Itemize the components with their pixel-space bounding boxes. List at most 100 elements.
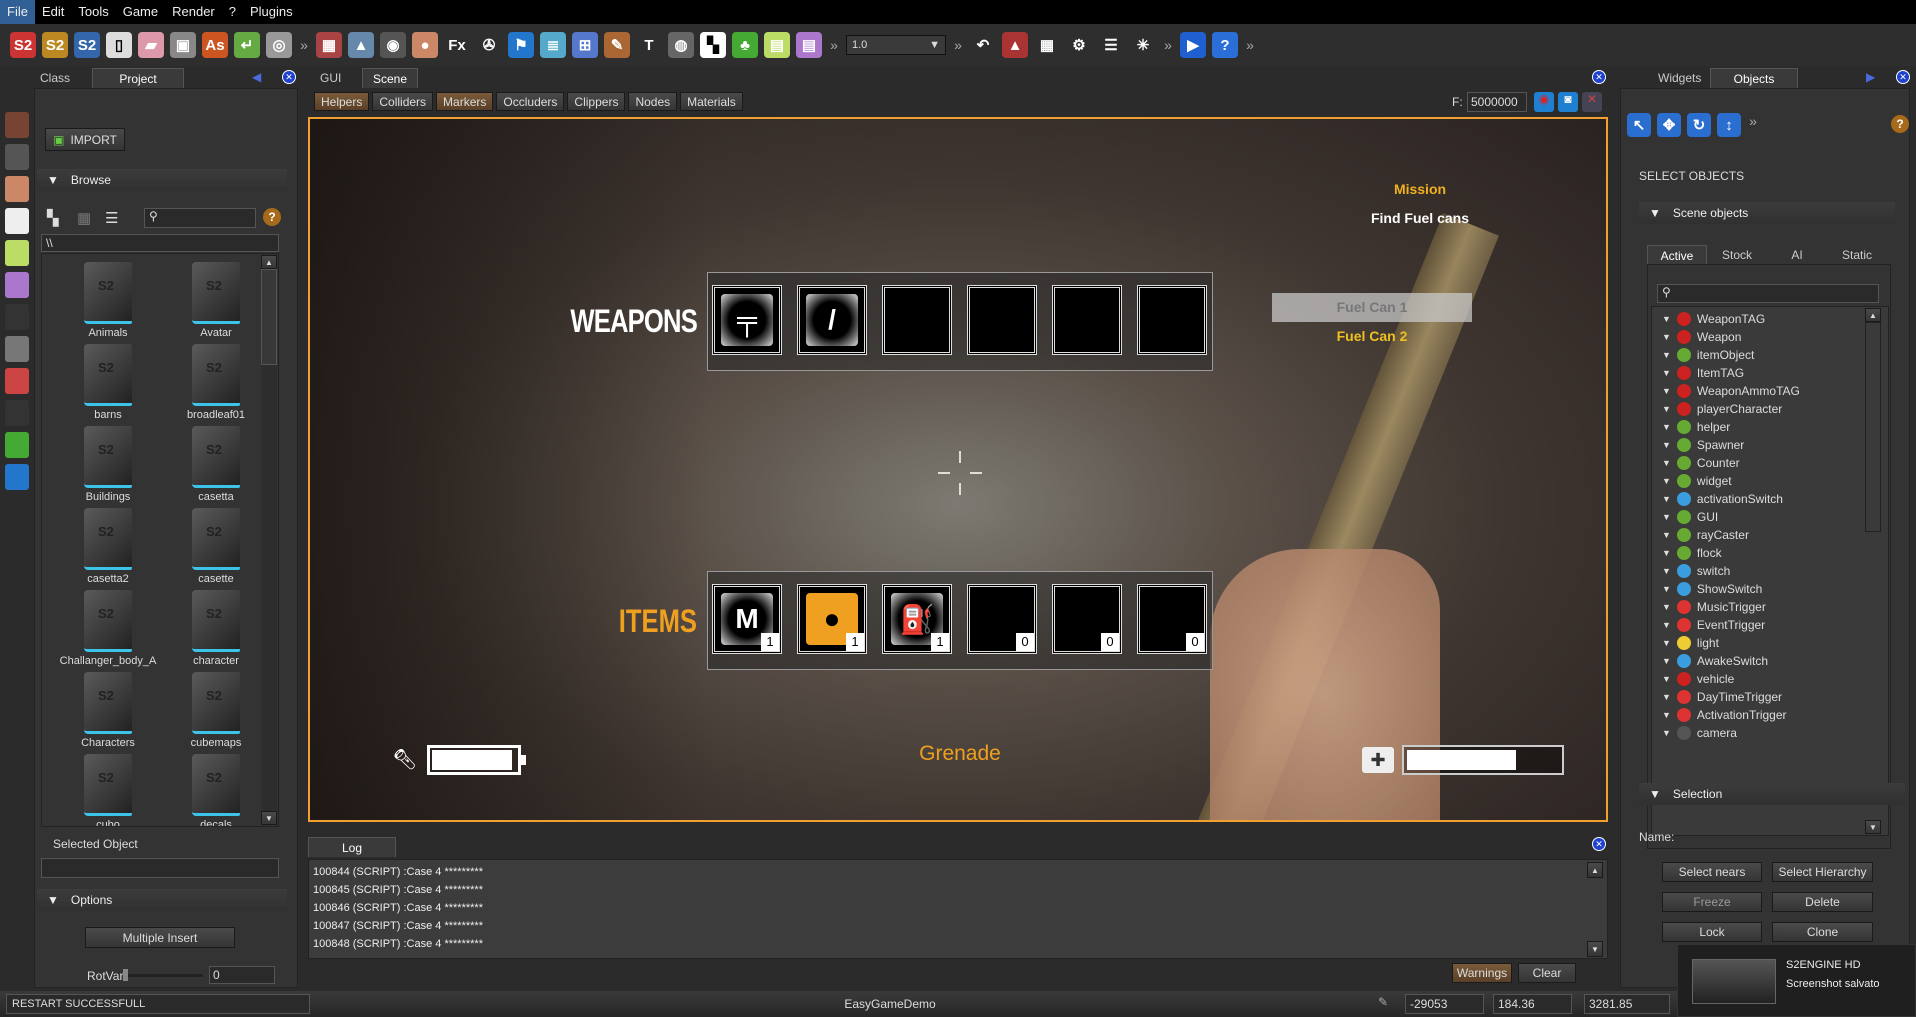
folder-item[interactable]: cubemaps [162,672,270,754]
options-header[interactable]: ▼Options [37,889,287,911]
grid-icon[interactable]: ▦ [1034,32,1060,58]
triangle-down-icon[interactable]: ▼ [1662,620,1671,630]
scene-objects-header[interactable]: ▼Scene objects [1639,202,1895,224]
import-icon[interactable]: ↵ [234,32,260,58]
filter-nodes[interactable]: Nodes [628,92,677,111]
menu-help[interactable]: ? [222,0,243,24]
speaker-icon[interactable] [5,336,29,362]
s2-open-icon[interactable]: S2 [42,32,68,58]
folder-item[interactable]: Animals [54,262,162,344]
warnings-button[interactable]: Warnings [1452,963,1512,983]
tab-log[interactable]: Log [308,837,396,857]
triangle-down-icon[interactable]: ▼ [1662,512,1671,522]
object-row[interactable]: ▼flock [1662,544,1722,562]
triangle-down-icon[interactable]: ▼ [1662,710,1671,720]
triangle-down-icon[interactable]: ▼ [1662,530,1671,540]
gear-icon[interactable]: ⚙ [1066,32,1092,58]
save-icon[interactable]: ▣ [170,32,196,58]
object-row[interactable]: ▼Weapon [1662,328,1741,346]
object-row[interactable]: ▼Spawner [1662,436,1744,454]
object-row[interactable]: ▼widget [1662,472,1732,490]
tab-active[interactable]: Active [1647,245,1707,265]
folder-scrollbar[interactable]: ▲ ▼ [261,255,277,825]
toolbar-overflow-icon[interactable]: » [1244,37,1256,53]
object-row[interactable]: ▼playerCharacter [1662,400,1782,418]
object-row[interactable]: ▼light [1662,634,1719,652]
open-folder-icon[interactable]: ▰ [138,32,164,58]
sticky-note-icon[interactable]: ▤ [764,32,790,58]
scene-viewport[interactable]: Mission Find Fuel cans Fuel Can 1 Fuel C… [308,117,1608,822]
path-field[interactable]: \\ [41,234,279,252]
close-log-icon[interactable]: ✕ [1592,837,1606,851]
folder-item[interactable]: decals [162,754,270,827]
tree-icon[interactable] [5,432,29,458]
object-row[interactable]: ▼DayTimeTrigger [1662,688,1782,706]
toolbar-overflow-icon[interactable]: » [1162,37,1174,53]
folder-item[interactable]: character [162,590,270,672]
log-scroll-up[interactable]: ▲ [1587,862,1603,878]
hierarchy-icon[interactable]: ⊞ [572,32,598,58]
select-arrow-icon[interactable]: ↖ [1627,113,1651,137]
object-row[interactable]: ▼camera [1662,724,1737,742]
cube-icon[interactable]: ▦ [316,32,342,58]
undo-icon[interactable]: ↶ [970,32,996,58]
notes-icon[interactable]: ≣ [540,32,566,58]
zoom-select[interactable]: 1.0▼ [846,35,946,55]
objects-scrollbar[interactable]: ▲ ▼ [1865,308,1881,834]
far-distance-input[interactable]: 5000000 [1467,92,1527,112]
object-row[interactable]: ▼vehicle [1662,670,1734,688]
toolbar-overflow-icon[interactable]: » [952,37,964,53]
triangle-down-icon[interactable]: ▼ [1662,584,1671,594]
tab-gui[interactable]: GUI [312,68,349,88]
triangle-down-icon[interactable]: ▼ [1662,368,1671,378]
wheel-icon[interactable] [5,144,29,170]
save-as-icon[interactable]: As [202,32,228,58]
script-icon[interactable] [5,272,29,298]
list-view-icon[interactable]: ☰ [105,209,118,227]
triangle-down-icon[interactable]: ▼ [1662,494,1671,504]
scale-icon[interactable]: ↕ [1717,113,1741,137]
select-nears-button[interactable]: Select nears [1662,862,1762,882]
triangle-down-icon[interactable]: ▼ [1662,656,1671,666]
folder-item[interactable]: casette [162,508,270,590]
character-icon[interactable] [5,304,29,330]
folder-item[interactable]: cubo [54,754,162,827]
triangle-down-icon[interactable]: ▼ [1662,386,1671,396]
object-row[interactable]: ▼rayCaster [1662,526,1749,544]
speaker-icon[interactable]: ◍ [668,32,694,58]
tab-static[interactable]: Static [1827,245,1887,265]
flag-icon[interactable]: ⚑ [508,32,534,58]
close-center-panel-icon[interactable]: ✕ [1592,70,1606,84]
tree-icon[interactable]: ♣ [732,32,758,58]
folder-item[interactable]: barns [54,344,162,426]
filter-helpers[interactable]: Helpers [314,92,369,111]
objects-search-input[interactable]: ⚲ [1657,284,1879,303]
checker-icon[interactable] [5,208,29,234]
folder-item[interactable]: Characters [54,672,162,754]
menu-file[interactable]: File [0,0,35,24]
tab-ai[interactable]: AI [1767,245,1827,265]
object-row[interactable]: ▼activationSwitch [1662,490,1783,508]
tab-project[interactable]: Project [92,68,184,88]
triangle-down-icon[interactable]: ▼ [1662,458,1671,468]
folder-item[interactable]: casetta [162,426,270,508]
delete-button[interactable]: Delete [1772,892,1873,912]
lock-button[interactable]: Lock [1662,922,1762,942]
target-icon[interactable]: ◉ [1534,92,1554,112]
help-icon[interactable]: ? [263,208,281,226]
triangle-down-icon[interactable]: ▼ [1662,638,1671,648]
tab-stock[interactable]: Stock [1707,245,1767,265]
tab-widgets[interactable]: Widgets [1640,68,1719,88]
browse-header[interactable]: ▼Browse [37,169,287,191]
new-terrain-icon[interactable]: ▲ [1002,32,1028,58]
sphere-icon[interactable] [5,176,29,202]
clipboard-icon[interactable]: ✎ [604,32,630,58]
triangle-down-icon[interactable]: ▼ [1662,332,1671,342]
triangle-down-icon[interactable]: ▼ [1662,548,1671,558]
object-row[interactable]: ▼WeaponTAG [1662,310,1765,328]
terrain-icon[interactable]: ▲ [348,32,374,58]
small-icons-view-icon[interactable]: ▦ [77,209,91,227]
object-row[interactable]: ▼ItemTAG [1662,364,1744,382]
toolbar-overflow-icon[interactable]: » [298,37,310,53]
filter-occluders[interactable]: Occluders [496,92,564,111]
